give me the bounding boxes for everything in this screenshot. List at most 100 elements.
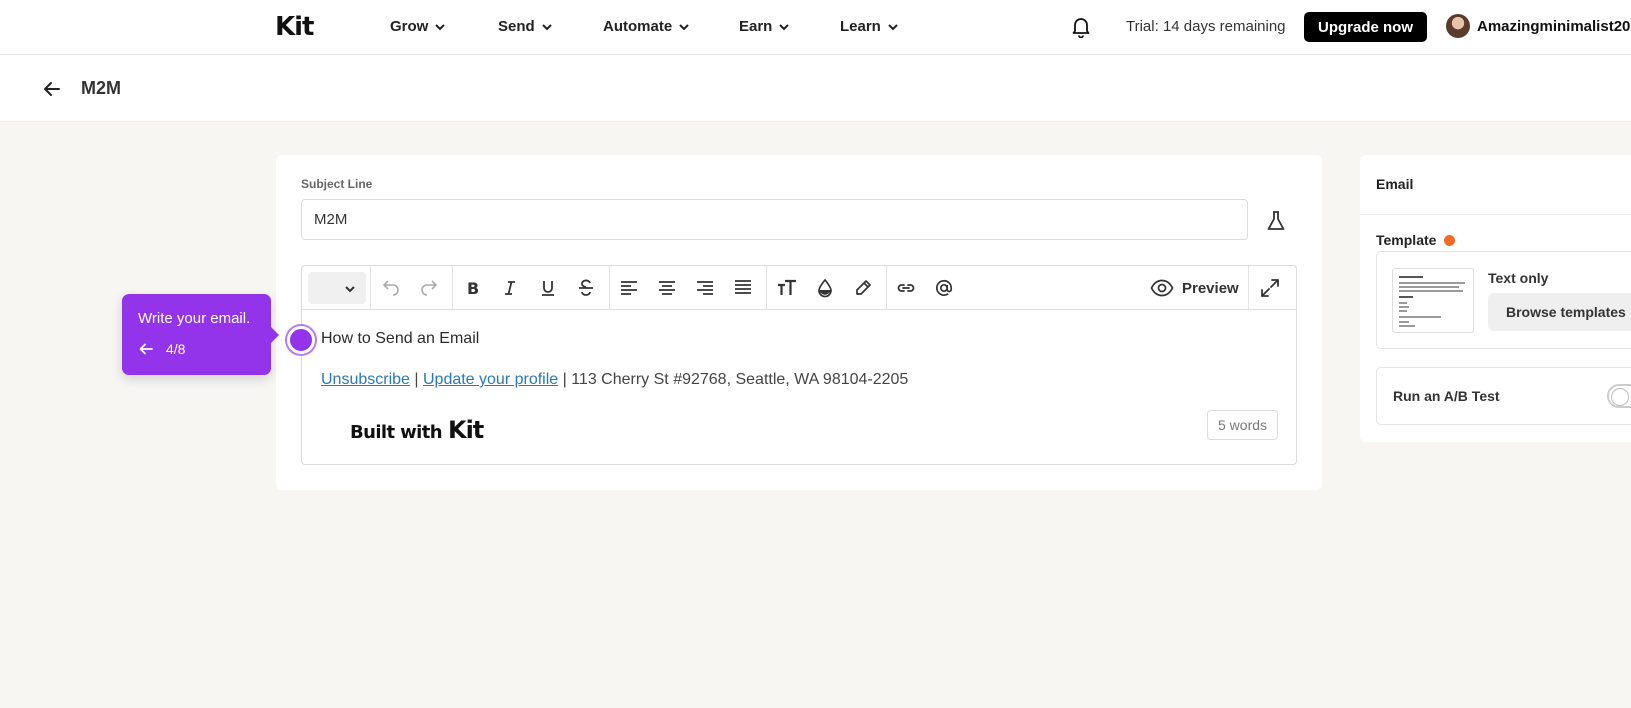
upgrade-button[interactable]: Upgrade now bbox=[1304, 12, 1428, 42]
undo-icon bbox=[382, 280, 399, 296]
chevron-down-icon bbox=[779, 23, 790, 30]
justify-button[interactable] bbox=[732, 277, 754, 299]
kit-logo: Kit bbox=[447, 416, 484, 444]
unsubscribe-link[interactable]: Unsubscribe bbox=[321, 371, 410, 388]
trial-status: Trial: 14 days remaining bbox=[1126, 18, 1286, 35]
align-right-icon bbox=[697, 281, 713, 295]
preview-label: Preview bbox=[1182, 279, 1239, 297]
nav-item-send[interactable]: Send bbox=[498, 18, 553, 35]
nav-item-label: Grow bbox=[390, 18, 429, 35]
tour-tooltip: Write your email. 4/8 bbox=[122, 294, 279, 375]
chevron-down-icon bbox=[345, 286, 355, 293]
svg-text:B: B bbox=[467, 279, 479, 298]
ab-test-toggle[interactable] bbox=[1607, 384, 1631, 408]
align-center-button[interactable] bbox=[656, 277, 678, 299]
strikethrough-button[interactable] bbox=[575, 277, 597, 299]
preview-button[interactable]: Preview bbox=[1150, 278, 1239, 298]
template-label: Template bbox=[1376, 232, 1437, 248]
top-navigation: Kit Grow Send Automate Earn Learn Trial:… bbox=[0, 0, 1631, 55]
nav-item-earn[interactable]: Earn bbox=[739, 18, 790, 35]
italic-button[interactable] bbox=[499, 277, 521, 299]
strikethrough-icon bbox=[579, 279, 593, 296]
toolbar-divider bbox=[886, 266, 887, 310]
account-name[interactable]: Amazingminimalist202 bbox=[1477, 18, 1631, 35]
bold-icon: B bbox=[467, 279, 479, 298]
align-justify-icon bbox=[735, 280, 751, 294]
footer-separator: | bbox=[409, 371, 423, 388]
at-sign-icon bbox=[935, 279, 953, 296]
subject-line-input[interactable]: M2M bbox=[301, 199, 1248, 240]
nav-item-label: Automate bbox=[603, 18, 673, 35]
chevron-down-icon bbox=[888, 23, 898, 30]
expand-icon[interactable] bbox=[1259, 277, 1281, 299]
nav-item-label: Send bbox=[498, 18, 535, 35]
template-name: Text only bbox=[1488, 270, 1549, 286]
chevron-down-icon bbox=[435, 23, 446, 30]
back-arrow-icon[interactable] bbox=[42, 79, 62, 99]
redo-button[interactable] bbox=[418, 277, 440, 299]
word-count: 5 words bbox=[1207, 410, 1279, 440]
ab-test-label: Run an A/B Test bbox=[1393, 388, 1500, 404]
align-left-button[interactable] bbox=[618, 277, 640, 299]
redo-icon bbox=[421, 280, 438, 296]
email-footer: Unsubscribe | Update your profile | 113 … bbox=[321, 371, 908, 389]
kit-logo[interactable]: Kit bbox=[275, 12, 314, 42]
status-dot bbox=[1444, 234, 1456, 246]
underline-icon bbox=[542, 281, 554, 296]
template-heading: Template bbox=[1376, 232, 1456, 248]
browse-templates-button[interactable]: Browse templates bbox=[1488, 293, 1631, 331]
bold-button[interactable]: B bbox=[461, 277, 483, 299]
footer-address: | 113 Cherry St #92768, Seattle, WA 9810… bbox=[558, 371, 909, 388]
link-icon bbox=[897, 284, 915, 292]
mention-button[interactable] bbox=[933, 277, 955, 299]
page-title: M2M bbox=[81, 78, 121, 98]
email-body-editor[interactable]: B Preview How to Send an Email Unsubscri… bbox=[301, 265, 1297, 465]
built-with-label: Built with bbox=[350, 422, 443, 443]
undo-button[interactable] bbox=[380, 277, 402, 299]
underline-button[interactable] bbox=[537, 277, 559, 299]
text-color-button[interactable] bbox=[814, 277, 836, 299]
editor-toolbar: B Preview bbox=[302, 266, 1296, 310]
arrow-left-icon[interactable] bbox=[138, 342, 154, 356]
highlighter-icon bbox=[856, 280, 871, 295]
tooltip-text: Write your email. bbox=[138, 310, 251, 327]
subject-line-label: Subject Line bbox=[301, 177, 373, 191]
nav-item-automate[interactable]: Automate bbox=[603, 18, 690, 35]
toolbar-divider bbox=[1248, 266, 1249, 310]
align-center-icon bbox=[659, 281, 675, 295]
email-editor-card: Subject Line M2M B Preview How to Send a… bbox=[276, 155, 1322, 490]
page-header: M2M bbox=[0, 55, 1631, 122]
chevron-down-icon bbox=[541, 23, 552, 30]
color-drop-icon bbox=[818, 278, 832, 298]
italic-icon bbox=[505, 281, 515, 295]
toolbar-divider bbox=[452, 266, 453, 310]
ab-test-row: Run an A/B Test bbox=[1376, 367, 1631, 425]
update-profile-link[interactable]: Update your profile bbox=[423, 371, 558, 388]
email-body-text[interactable]: How to Send an Email bbox=[321, 330, 479, 348]
chevron-down-icon bbox=[679, 23, 689, 30]
nav-item-label: Earn bbox=[739, 18, 773, 35]
align-right-button[interactable] bbox=[694, 277, 716, 299]
template-thumbnail[interactable] bbox=[1392, 268, 1474, 333]
panel-divider bbox=[1360, 214, 1631, 215]
insert-link-button[interactable] bbox=[895, 277, 917, 299]
toolbar-divider bbox=[370, 266, 371, 310]
align-left-icon bbox=[621, 281, 637, 295]
tour-beacon[interactable] bbox=[287, 326, 315, 354]
panel-title: Email bbox=[1376, 176, 1414, 192]
toolbar-divider bbox=[609, 266, 610, 310]
toolbar-divider bbox=[766, 266, 767, 310]
font-size-icon bbox=[778, 279, 796, 295]
nav-item-label: Learn bbox=[840, 18, 881, 35]
highlight-button[interactable] bbox=[852, 277, 874, 299]
tour-step-counter: 4/8 bbox=[166, 341, 186, 357]
flask-icon[interactable] bbox=[1264, 209, 1288, 233]
nav-item-grow[interactable]: Grow bbox=[390, 18, 446, 35]
template-selector: Text only Browse templates bbox=[1376, 251, 1631, 349]
nav-item-learn[interactable]: Learn bbox=[840, 18, 899, 35]
bell-icon[interactable] bbox=[1071, 16, 1091, 38]
avatar[interactable] bbox=[1446, 14, 1470, 38]
font-size-button[interactable] bbox=[776, 277, 798, 299]
built-with-kit-badge: Built with Kit bbox=[350, 416, 484, 444]
block-style-select[interactable] bbox=[308, 272, 366, 304]
